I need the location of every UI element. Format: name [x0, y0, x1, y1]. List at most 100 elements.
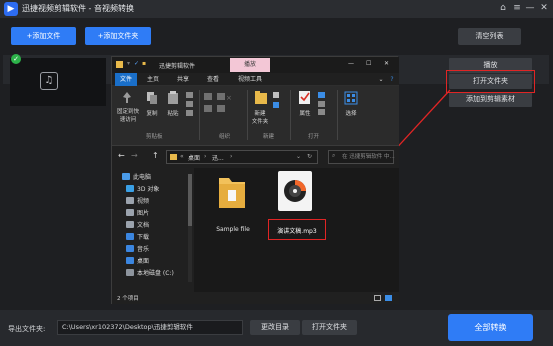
file-name-label[interactable]: Sample file: [208, 226, 258, 233]
new-folder-button[interactable]: 新建 文件夹: [250, 109, 270, 125]
folder-icon: [116, 61, 123, 68]
clear-list-button[interactable]: 清空列表: [458, 28, 521, 45]
open-folder-bottom-button[interactable]: 打开文件夹: [302, 320, 357, 335]
nav-label: 音乐: [137, 246, 150, 253]
disk-icon: [126, 269, 134, 276]
nav-scrollbar-thumb[interactable]: [188, 174, 192, 226]
nav-desktop[interactable]: 桌面: [126, 256, 149, 267]
address-dropdown-icon[interactable]: ⌄: [296, 153, 301, 160]
nav-label: 文档: [137, 222, 150, 229]
nav-label: 视频: [137, 198, 150, 205]
add-folder-button[interactable]: +添加文件夹: [85, 27, 151, 45]
search-input[interactable]: 在 迅捷剪辑软件 中...: [328, 150, 395, 164]
large-icons-view-icon[interactable]: [385, 295, 392, 301]
navigation-pane: 此电脑 3D 对象 视频 图片 文档 下载 音乐 桌面 本地磁盘 (C:): [112, 168, 194, 292]
download-icon: [126, 233, 134, 240]
properties-button[interactable]: 属性: [297, 109, 313, 117]
address-row: ← → ↑ « 桌面 › 迅... › ⌄ ↻ 在 迅捷剪辑软件 中... ⌕: [112, 146, 399, 168]
organize-group-label: 组织: [219, 134, 231, 140]
nav-music[interactable]: 音乐: [126, 244, 149, 255]
refresh-icon[interactable]: ↻: [307, 153, 312, 160]
item-count: 2 个项目: [117, 296, 139, 302]
breadcrumb-separator-icon: ›: [204, 153, 207, 160]
tab-home[interactable]: 主页: [142, 73, 164, 86]
clipboard-extra-icons: [186, 92, 193, 116]
open-folder-highlight-box: [446, 70, 535, 93]
add-to-material-button[interactable]: 添加到剪辑素材: [449, 92, 532, 107]
organize-icons: ×: [204, 93, 232, 112]
paste-button[interactable]: 粘贴: [166, 109, 180, 117]
help-icon[interactable]: ?: [387, 73, 397, 86]
app-logo-icon: ▶: [4, 2, 18, 16]
nav-local-disk[interactable]: 本地磁盘 (C:): [126, 268, 174, 279]
properties-icon: [299, 91, 310, 104]
nav-videos[interactable]: 视频: [126, 196, 149, 207]
new-group-label: 新建: [263, 134, 275, 140]
explorer-close-button[interactable]: ✕: [384, 60, 389, 67]
minimize-button[interactable]: —: [524, 2, 536, 15]
breadcrumb-desktop[interactable]: 桌面: [188, 153, 200, 162]
breadcrumb-overflow[interactable]: «: [180, 153, 184, 160]
new-folder-icon: [255, 91, 267, 104]
nav-label: 3D 对象: [137, 186, 160, 193]
ribbon-divider: [199, 90, 200, 140]
breadcrumb-current[interactable]: 迅...: [212, 153, 224, 162]
paste-icon: [168, 91, 178, 104]
nav-documents[interactable]: 文档: [126, 220, 149, 231]
nav-label: 下载: [137, 234, 150, 241]
mp3-highlight-box: [268, 219, 326, 240]
tab-view[interactable]: 查看: [202, 73, 224, 86]
select-button[interactable]: 选择: [343, 109, 359, 117]
folder-file-icon[interactable]: [217, 172, 247, 210]
svg-text:×: ×: [226, 94, 232, 102]
nav-3d-objects[interactable]: 3D 对象: [126, 184, 159, 195]
copy-icon: [147, 92, 157, 104]
search-icon: ⌕: [332, 152, 336, 159]
explorer-title: 迅捷剪辑软件: [159, 63, 196, 70]
cube-icon: [126, 185, 134, 192]
forward-button[interactable]: →: [131, 151, 138, 160]
add-file-button[interactable]: +添加文件: [11, 27, 76, 45]
nav-pictures[interactable]: 图片: [126, 208, 149, 219]
ribbon: 固定到快 速访问 复制 粘贴 剪贴板 × 组织 新建 文件夹 新建 属性 打开 …: [112, 86, 399, 146]
mp3-file-icon[interactable]: [278, 171, 312, 211]
tab-play[interactable]: 播放: [230, 58, 270, 72]
back-button[interactable]: ←: [118, 151, 125, 160]
video-icon: [126, 197, 134, 204]
pin-quick-access-button[interactable]: 固定到快 速访问: [115, 107, 141, 123]
ribbon-tabs: 文件 主页 共享 查看 视频工具 ⌄ ?: [112, 73, 399, 86]
nav-this-pc[interactable]: 此电脑: [122, 172, 151, 183]
address-bar[interactable]: « 桌面 › 迅... › ⌄ ↻: [166, 150, 318, 164]
app-title: 迅捷视频剪辑软件 - 音视频转换: [22, 4, 134, 13]
close-button[interactable]: ✕: [538, 2, 550, 15]
export-path-field[interactable]: C:\Users\xr102372\Desktop\迅捷剪辑软件: [57, 320, 243, 335]
home-icon[interactable]: ⌂: [497, 2, 509, 15]
checked-icon[interactable]: ✓: [11, 54, 21, 64]
breadcrumb-separator-icon: ›: [230, 153, 233, 160]
nav-label: 图片: [137, 210, 150, 217]
file-explorer-window[interactable]: ▾ ✓ ▪ 迅捷剪辑软件 播放 — ☐ ✕ 文件 主页 共享 查看 视频工具 ⌄…: [111, 56, 399, 304]
tab-video-tools[interactable]: 视频工具: [230, 73, 270, 86]
nav-label: 桌面: [137, 258, 150, 265]
open-group-label: 打开: [308, 134, 320, 140]
quick-access-icon[interactable]: ▾: [127, 60, 130, 67]
menu-icon[interactable]: ≡: [511, 2, 523, 15]
explorer-maximize-button[interactable]: ☐: [366, 60, 371, 67]
copy-button[interactable]: 复制: [145, 109, 159, 117]
new-item-icons: [273, 92, 279, 108]
nav-downloads[interactable]: 下载: [126, 232, 149, 243]
pin-icon: [123, 92, 131, 103]
new-folder-icon[interactable]: ▪: [142, 60, 146, 67]
ribbon-collapse-icon[interactable]: ⌄: [376, 73, 386, 86]
open-icons: [318, 92, 325, 115]
check-icon[interactable]: ✓: [134, 60, 139, 67]
tab-file[interactable]: 文件: [115, 73, 137, 86]
details-view-icon[interactable]: [374, 295, 381, 301]
up-button[interactable]: ↑: [152, 151, 159, 160]
tab-share[interactable]: 共享: [172, 73, 194, 86]
change-directory-button[interactable]: 更改目录: [250, 320, 300, 335]
explorer-minimize-button[interactable]: —: [348, 60, 354, 67]
convert-all-button[interactable]: 全部转换: [448, 314, 533, 341]
music-icon: [126, 245, 134, 252]
select-icon: [344, 91, 358, 105]
